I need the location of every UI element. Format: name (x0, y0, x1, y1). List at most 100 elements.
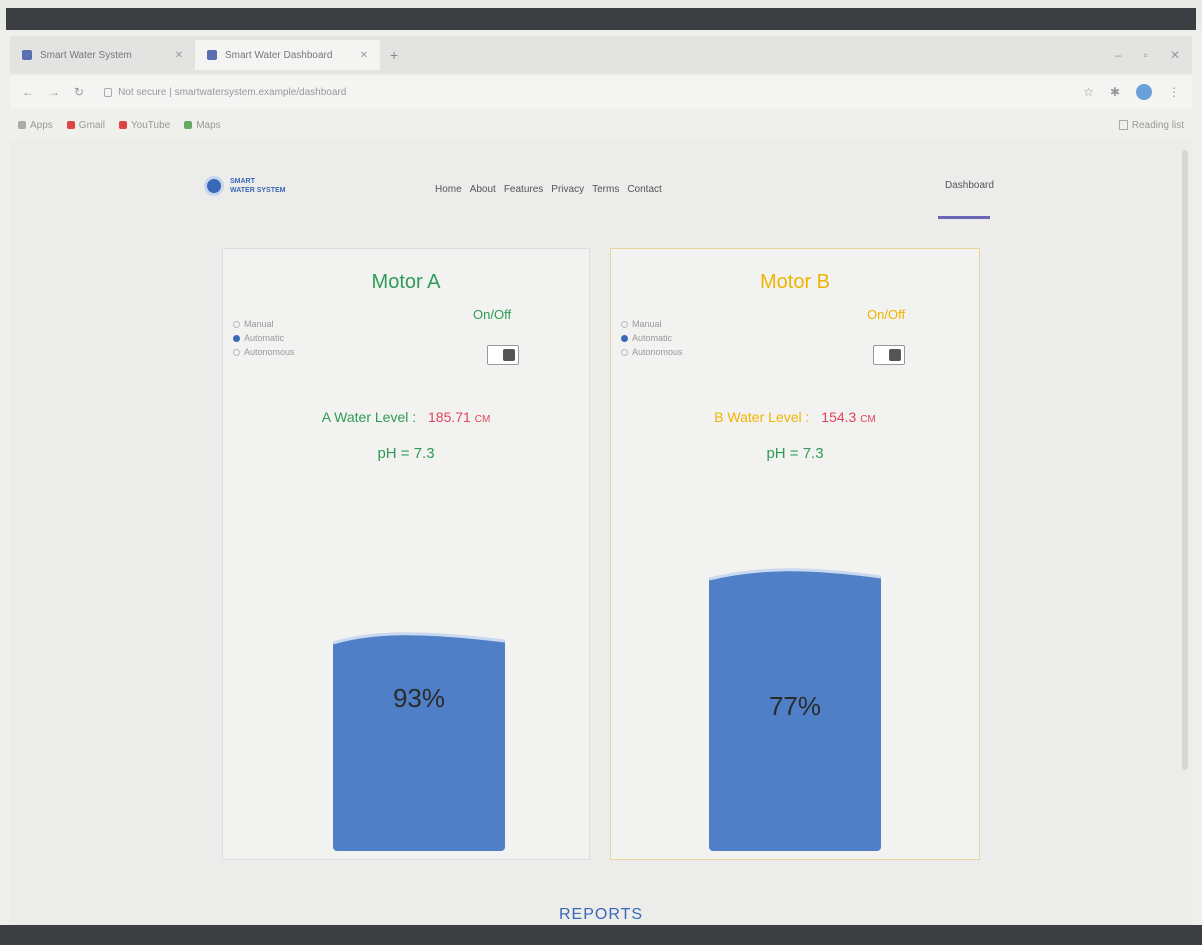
tank-percent: 93% (392, 683, 446, 713)
reports-heading[interactable]: REPORTS (10, 906, 1192, 924)
photo-frame-bottom (0, 925, 1202, 945)
new-tab-icon[interactable]: + (380, 47, 408, 63)
maps-icon (184, 121, 193, 129)
browser-tab-strip: Smart Water System ✕ Smart Water Dashboa… (10, 36, 1192, 74)
dashboard-link[interactable]: Dashboard (945, 180, 994, 191)
water-level-value: 185.71 (428, 409, 471, 425)
browser-tab-active[interactable]: Smart Water Dashboard ✕ (195, 40, 380, 70)
close-window-icon[interactable]: ✕ (1170, 48, 1180, 62)
bookmark-apps[interactable]: Apps (18, 120, 53, 131)
site-logo[interactable]: SMART WATER SYSTEM (204, 176, 285, 196)
tab-title: Smart Water System (40, 49, 132, 61)
browser-toolbar: ← → ↻ Not secure | smartwatersystem.exam… (10, 76, 1192, 108)
mode-radio-group: Manual Automatic Autonomous (233, 317, 295, 359)
radio-icon[interactable] (233, 320, 240, 328)
mode-label: Autonomous (632, 347, 683, 357)
toolbar-actions: ☆ ✱ ⋮ (1083, 84, 1180, 100)
mode-label: Manual (632, 319, 662, 329)
ph-readout: pH = 7.3 (377, 445, 435, 462)
nav-privacy[interactable]: Privacy (551, 184, 584, 195)
window-controls: – ▫ ✕ (1115, 48, 1192, 62)
apps-icon (18, 121, 26, 129)
motor-toggle[interactable] (873, 345, 905, 365)
nav-home[interactable]: Home (435, 184, 462, 195)
motor-a-panel: Motor A On/Off Manual Automatic Autonomo… (222, 248, 590, 860)
bookmark-label: YouTube (130, 119, 171, 131)
radio-checked-icon[interactable] (621, 334, 628, 342)
mode-option-autonomous[interactable]: Autonomous (621, 345, 683, 359)
tab-title: Smart Water Dashboard (225, 49, 333, 61)
motor-title: Motor A (371, 271, 441, 293)
photo-frame-top (0, 0, 1202, 30)
motor-title: Motor B (759, 271, 831, 293)
reading-list-label: Reading list (1131, 119, 1184, 131)
onoff-label: On/Off (867, 307, 906, 322)
extensions-icon[interactable]: ✱ (1110, 85, 1120, 99)
mode-label: Automatic (244, 333, 285, 343)
tab-close-icon[interactable]: ✕ (175, 50, 183, 61)
tab-favicon-icon (207, 50, 217, 60)
site-header: SMART WATER SYSTEM Home About Features P… (200, 170, 1000, 230)
water-wave (333, 632, 505, 647)
reload-icon[interactable]: ↻ (74, 85, 84, 99)
toggle-knob (889, 349, 901, 361)
bookmark-label: Maps (196, 119, 221, 131)
mode-option-automatic[interactable]: Automatic (621, 331, 683, 345)
minimize-icon[interactable]: – (1115, 48, 1122, 62)
mode-label: Autonomous (244, 347, 295, 357)
mode-label: Manual (244, 319, 274, 329)
back-icon[interactable]: ← (22, 85, 34, 99)
water-level-readout: B Water Level : 154.3 CM (611, 409, 979, 425)
page-content: SMART WATER SYSTEM Home About Features P… (10, 140, 1192, 925)
menu-icon[interactable]: ⋮ (1168, 85, 1180, 99)
mode-option-manual[interactable]: Manual (233, 317, 295, 331)
maximize-icon[interactable]: ▫ (1144, 48, 1148, 62)
water-tank: 77% (709, 568, 881, 851)
reading-list-icon (1118, 120, 1128, 130)
radio-icon[interactable] (621, 320, 628, 328)
tank-percent: 77% (768, 691, 822, 721)
mode-option-autonomous[interactable]: Autonomous (233, 345, 295, 359)
page-scrollbar[interactable] (1182, 150, 1188, 770)
water-level-label: B Water Level : (714, 409, 810, 425)
nav-terms[interactable]: Terms (592, 184, 619, 195)
bookmark-maps[interactable]: Maps (184, 119, 221, 131)
onoff-label: On/Off (473, 307, 512, 322)
logo-line-2: WATER SYSTEM (230, 187, 286, 194)
active-nav-underline (938, 216, 990, 219)
water-drop-icon (204, 176, 224, 196)
reading-list[interactable]: Reading list (1118, 119, 1184, 131)
address-text: Not secure | smartwatersystem.example/da… (118, 86, 347, 98)
mode-option-manual[interactable]: Manual (621, 317, 683, 331)
radio-checked-icon[interactable] (233, 334, 240, 342)
radio-icon[interactable] (621, 348, 628, 356)
bookmark-gmail[interactable]: Gmail (66, 120, 105, 131)
bookmark-youtube[interactable]: YouTube (118, 119, 171, 131)
nav-contact[interactable]: Contact (627, 184, 661, 195)
nav-features[interactable]: Features (504, 184, 543, 195)
motor-b-panel: Motor B On/Off Manual Automatic Autonomo… (610, 248, 980, 860)
gmail-icon (66, 121, 75, 129)
tab-close-icon[interactable]: ✕ (360, 50, 368, 61)
forward-icon[interactable]: → (48, 85, 60, 99)
water-wave (709, 568, 881, 583)
bookmarks-bar: Apps Gmail YouTube Maps Reading list (10, 112, 1192, 138)
motor-toggle[interactable] (487, 345, 519, 365)
nav-about[interactable]: About (470, 184, 496, 195)
browser-tab[interactable]: Smart Water System ✕ (10, 40, 195, 70)
water-level-unit: CM (860, 414, 876, 425)
water-level-label: A Water Level : (321, 409, 417, 425)
water-level-value: 154.3 (821, 409, 857, 425)
tab-favicon-icon (22, 50, 32, 60)
profile-avatar[interactable] (1136, 84, 1152, 100)
bookmark-star-icon[interactable]: ☆ (1083, 85, 1094, 99)
radio-icon[interactable] (233, 348, 240, 356)
ph-readout: pH = 7.3 (766, 445, 824, 462)
water-tank: 93% (333, 632, 505, 851)
lock-icon (104, 87, 113, 97)
address-bar[interactable]: Not secure | smartwatersystem.example/da… (98, 87, 352, 98)
mode-option-automatic[interactable]: Automatic (233, 331, 295, 345)
mode-label: Automatic (632, 333, 673, 343)
water-level-readout: A Water Level : 185.71 CM (223, 409, 589, 425)
main-nav: Home About Features Privacy Terms Contac… (435, 184, 662, 195)
